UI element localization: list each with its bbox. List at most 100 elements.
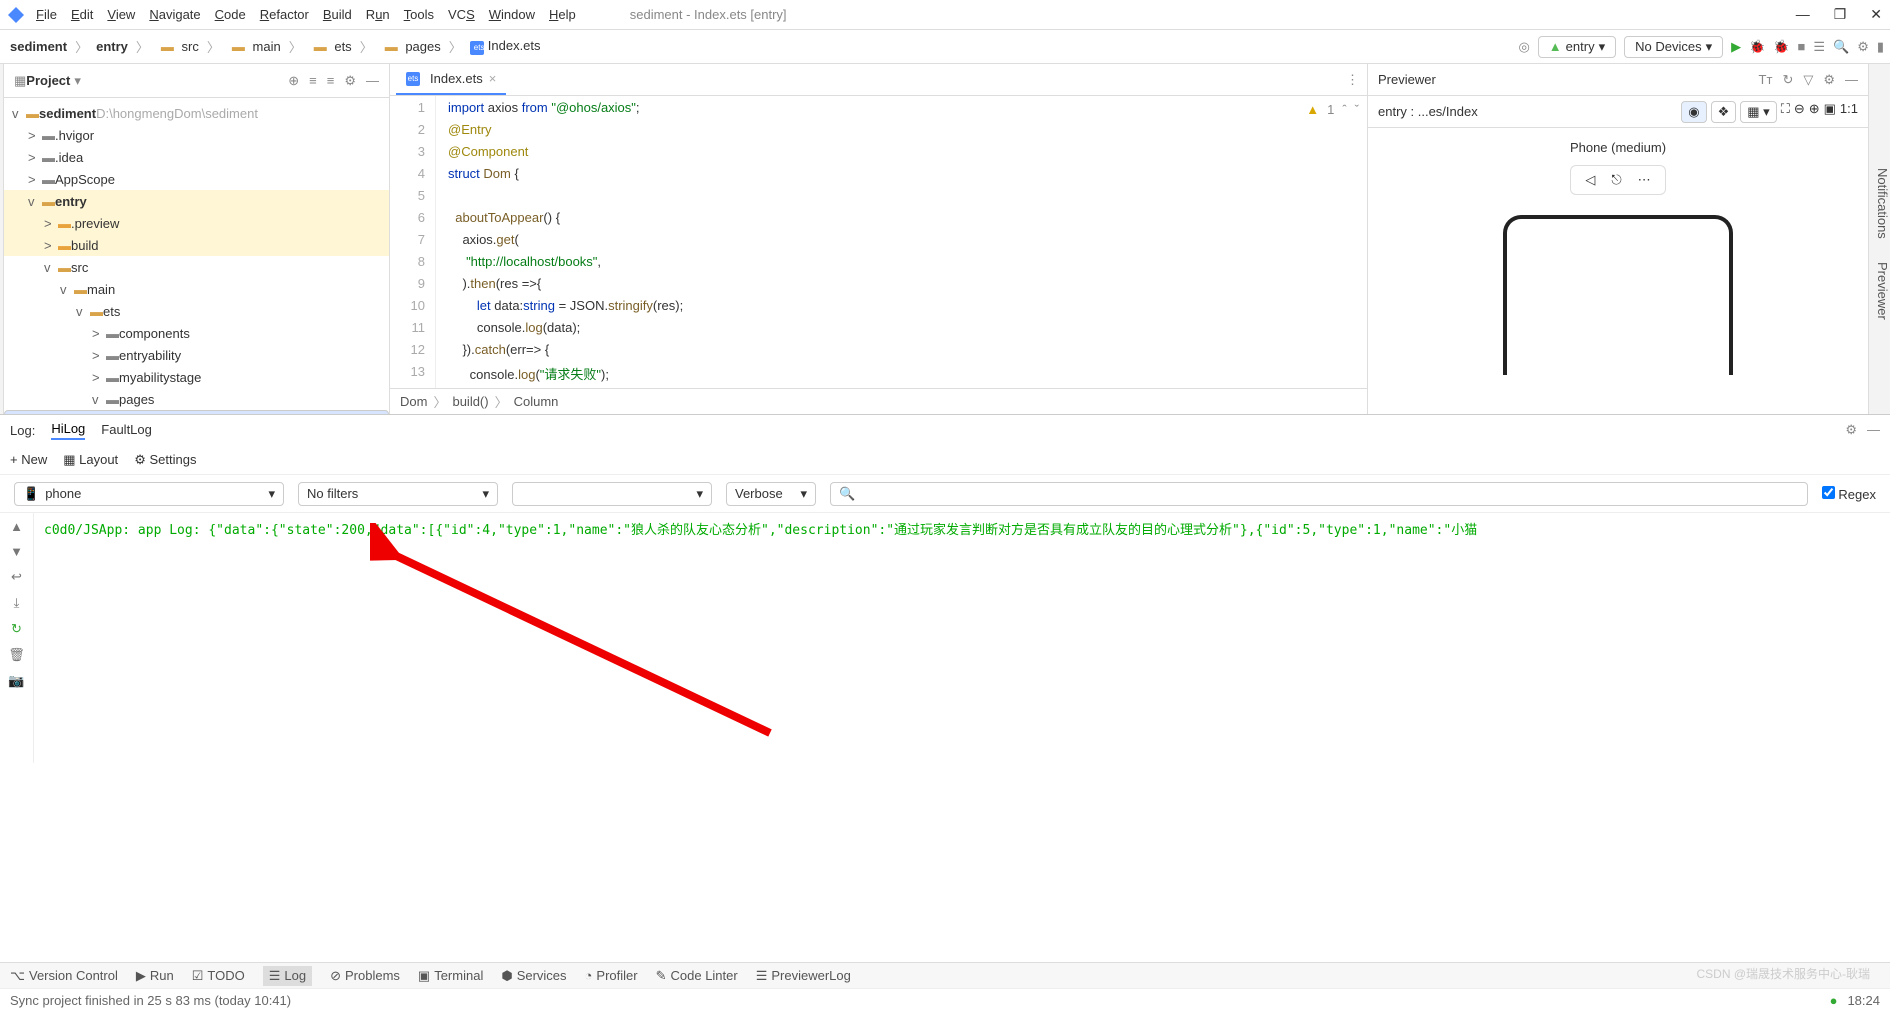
tool-terminal[interactable]: ▣ Terminal <box>418 968 483 984</box>
scroll-up-icon[interactable]: ▲ <box>10 519 23 534</box>
screenshot-icon[interactable]: 📷 <box>8 673 24 689</box>
locate-icon[interactable]: ⊕ <box>288 73 299 89</box>
device-label: Phone (medium) <box>1570 140 1666 155</box>
refresh-icon[interactable]: ↻ <box>1782 72 1793 88</box>
device-selector[interactable]: No Devices▾ <box>1624 36 1723 58</box>
gear-icon[interactable]: ⚙ <box>1823 72 1835 88</box>
menu-navigate[interactable]: Navigate <box>149 7 200 22</box>
tool-services[interactable]: ⬢ Services <box>501 968 566 984</box>
filter-select[interactable]: No filters▾ <box>298 482 498 506</box>
tool-problems[interactable]: ⊘ Problems <box>330 968 400 984</box>
filter-icon[interactable]: ▽ <box>1803 72 1813 88</box>
tool-run[interactable]: ▶ Run <box>136 968 174 984</box>
menu-refactor[interactable]: Refactor <box>260 7 309 22</box>
editor-breadcrumb[interactable]: Dom〉build()〉Column <box>390 388 1367 414</box>
tool-codelinter[interactable]: ✎ Code Linter <box>656 968 738 984</box>
expand-icon[interactable]: ≡ <box>309 73 317 89</box>
menu-code[interactable]: Code <box>215 7 246 22</box>
sidebar-title[interactable]: Project <box>26 73 70 88</box>
code-area[interactable]: import axios from "@ohos/axios";@Entry@C… <box>436 96 1367 388</box>
scroll-down-icon[interactable]: ▼ <box>10 544 23 559</box>
tab-faultlog[interactable]: FaultLog <box>101 422 152 439</box>
more-icon[interactable]: ⋯ <box>1638 172 1651 188</box>
tool-previewerlog[interactable]: ☰ PreviewerLog <box>756 968 851 984</box>
hide-icon[interactable]: — <box>366 73 379 89</box>
tool-icon[interactable]: ☰ <box>1813 39 1825 55</box>
tool-todo[interactable]: ☑ TODO <box>192 968 245 984</box>
close-tab-icon[interactable]: × <box>489 71 497 86</box>
gear-icon[interactable]: ⚙ <box>1845 422 1857 438</box>
device-filter[interactable]: 📱 phone▾ <box>14 482 284 506</box>
tool-log[interactable]: ☰ Log <box>263 966 312 986</box>
level-filter[interactable]: Verbose▾ <box>726 482 816 506</box>
tool-profiler[interactable]: ◔ Profiler <box>585 968 638 983</box>
menu-vcs[interactable]: VCS <box>448 7 475 22</box>
gear-icon[interactable]: ⚙ <box>344 73 356 89</box>
log-search[interactable]: 🔍 <box>830 482 1808 506</box>
tab-hilog[interactable]: HiLog <box>51 421 85 440</box>
wrap-icon[interactable]: ↩ <box>11 569 22 585</box>
search-icon[interactable]: 🔍 <box>1833 39 1849 55</box>
settings-icon[interactable]: ⚙ <box>1857 39 1869 55</box>
target-icon[interactable]: ◎ <box>1518 39 1529 55</box>
ratio-icon[interactable]: 1:1 <box>1840 101 1858 123</box>
next-highlight-icon[interactable]: ˇ <box>1355 102 1359 117</box>
layout-button[interactable]: ▦ Layout <box>63 452 118 468</box>
module-selector[interactable]: ▲entry▾ <box>1538 36 1616 58</box>
right-rail[interactable]: Notifications Previewer <box>1868 64 1890 414</box>
warning-icon[interactable]: ▲ <box>1306 102 1319 117</box>
rail-notifications[interactable]: Notifications <box>1875 168 1890 239</box>
menu-build[interactable]: Build <box>323 7 352 22</box>
clear-icon[interactable]: 🗑 <box>8 647 25 663</box>
close-button[interactable]: ✕ <box>1870 6 1882 23</box>
hide-icon[interactable]: — <box>1845 72 1858 88</box>
grid-selector[interactable]: ▦ ▾ <box>1740 101 1776 123</box>
regex-checkbox[interactable]: Regex <box>1822 486 1876 502</box>
menu-view[interactable]: View <box>107 7 135 22</box>
restart-icon[interactable]: ↻ <box>11 621 22 637</box>
stop-icon[interactable]: ■ <box>1797 39 1805 54</box>
project-tree[interactable]: v▬ sediment D:\hongmengDom\sediment>▬ .h… <box>4 98 389 414</box>
breadcrumb[interactable]: sediment〉entry〉▬ src〉▬ main〉▬ ets〉▬ page… <box>6 37 545 56</box>
rail-previewer[interactable]: Previewer <box>1875 262 1890 320</box>
layers-icon[interactable]: ❖ <box>1711 101 1737 123</box>
previewer-pane: Previewer Tт ↻ ▽ ⚙ — entry : ...es/Index… <box>1368 64 1868 414</box>
menu-run[interactable]: Run <box>366 7 390 22</box>
log-output[interactable]: c0d0/JSApp: app Log: {"data":{"state":20… <box>34 513 1890 763</box>
scroll-end-icon[interactable]: ⤓ <box>14 595 20 611</box>
back-icon[interactable]: ◁ <box>1585 172 1595 188</box>
maximize-button[interactable]: ❐ <box>1834 6 1847 23</box>
collapse-icon[interactable]: ≡ <box>327 73 335 89</box>
process-filter[interactable]: ▾ <box>512 482 712 506</box>
menu-bar: File Edit View Navigate Code Refactor Bu… <box>0 0 1890 30</box>
fullscreen-icon[interactable]: ⛶ <box>1781 101 1790 123</box>
rotate-icon[interactable]: ⎋ <box>1611 172 1621 188</box>
debug-icon[interactable]: 🐞 <box>1749 39 1765 55</box>
menu-edit[interactable]: Edit <box>71 7 93 22</box>
run-icon[interactable]: ▶ <box>1731 39 1741 55</box>
tab-more-icon[interactable]: ⋮ <box>1346 72 1359 88</box>
menu-help[interactable]: Help <box>549 7 576 22</box>
new-button[interactable]: + New <box>10 452 47 467</box>
tool-version-control[interactable]: ⌥ Version Control <box>10 968 118 984</box>
font-icon[interactable]: Tт <box>1759 72 1773 88</box>
status-message: Sync project finished in 25 s 83 ms (tod… <box>10 993 291 1008</box>
menu-file[interactable]: File <box>36 7 57 22</box>
editor-tab[interactable]: ets Index.ets × <box>396 64 506 95</box>
menu-tools[interactable]: Tools <box>404 7 434 22</box>
log-panel: Log: HiLog FaultLog ⚙ — + New ▦ Layout ⚙… <box>0 414 1890 763</box>
settings-button[interactable]: ⚙ Settings <box>134 452 196 468</box>
bottom-tool-bar: ⌥ Version Control ▶ Run ☑ TODO ☰ Log ⊘ P… <box>0 962 1890 988</box>
minimize-button[interactable]: — <box>1796 6 1810 23</box>
prev-highlight-icon[interactable]: ˆ <box>1342 102 1346 117</box>
previewer-entry: entry : ...es/Index <box>1378 104 1478 119</box>
inspect-toggle[interactable]: ◉ <box>1681 101 1706 123</box>
hide-icon[interactable]: — <box>1867 422 1880 438</box>
zoomin-icon[interactable]: ⊕ <box>1809 101 1820 123</box>
menu-window[interactable]: Window <box>489 7 535 22</box>
line-gutter: 1234567891011121314 <box>390 96 436 388</box>
more-icon[interactable]: ▮ <box>1877 39 1884 55</box>
fit-icon[interactable]: ▣ <box>1824 101 1836 123</box>
coverage-icon[interactable]: 🐞 <box>1773 39 1789 55</box>
zoomout-icon[interactable]: ⊖ <box>1794 101 1805 123</box>
